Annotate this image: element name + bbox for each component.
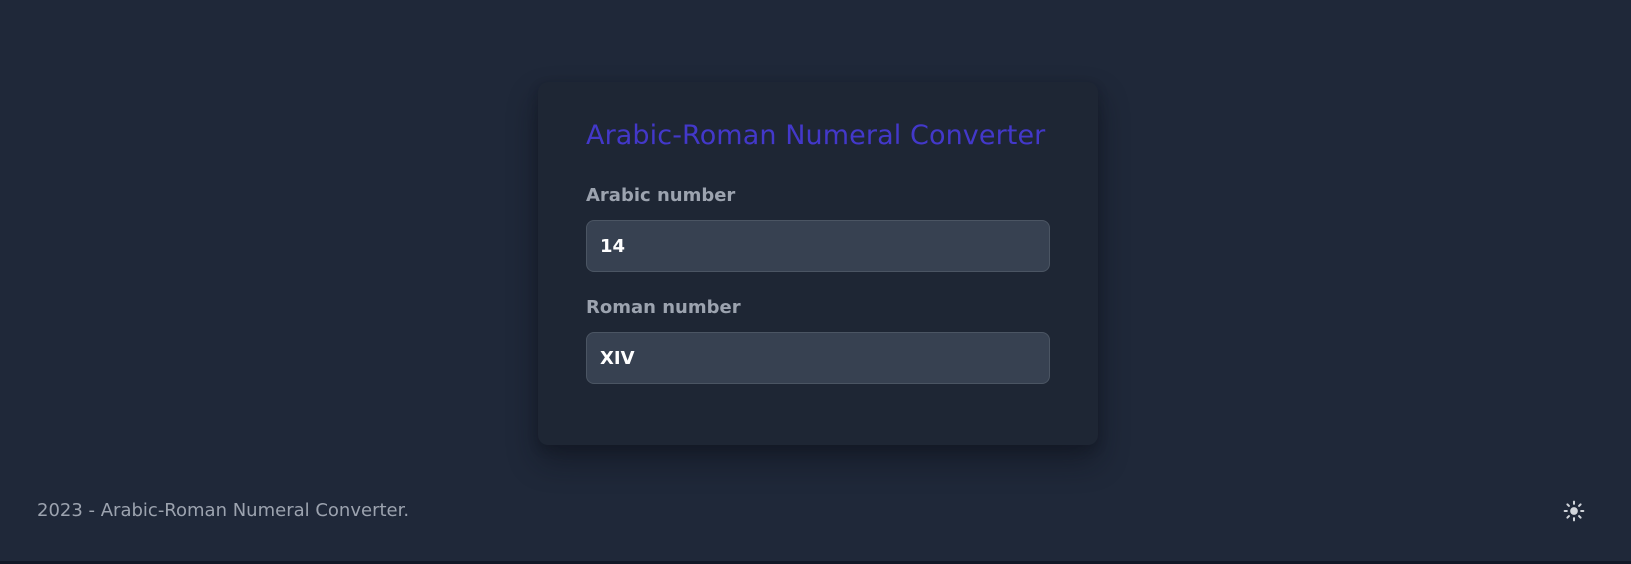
arabic-number-input[interactable] [586,220,1050,272]
roman-number-label: Roman number [586,297,741,318]
page-title: Arabic-Roman Numeral Converter [586,120,1046,151]
page: Arabic-Roman Numeral Converter Arabic nu… [0,0,1631,564]
arabic-number-label: Arabic number [586,185,736,206]
footer-copyright: 2023 - Arabic-Roman Numeral Converter. [37,500,410,521]
theme-toggle-button[interactable] [1560,498,1588,524]
converter-card: Arabic-Roman Numeral Converter Arabic nu… [538,82,1098,445]
sun-icon [1563,500,1585,522]
roman-number-input[interactable] [586,332,1050,384]
